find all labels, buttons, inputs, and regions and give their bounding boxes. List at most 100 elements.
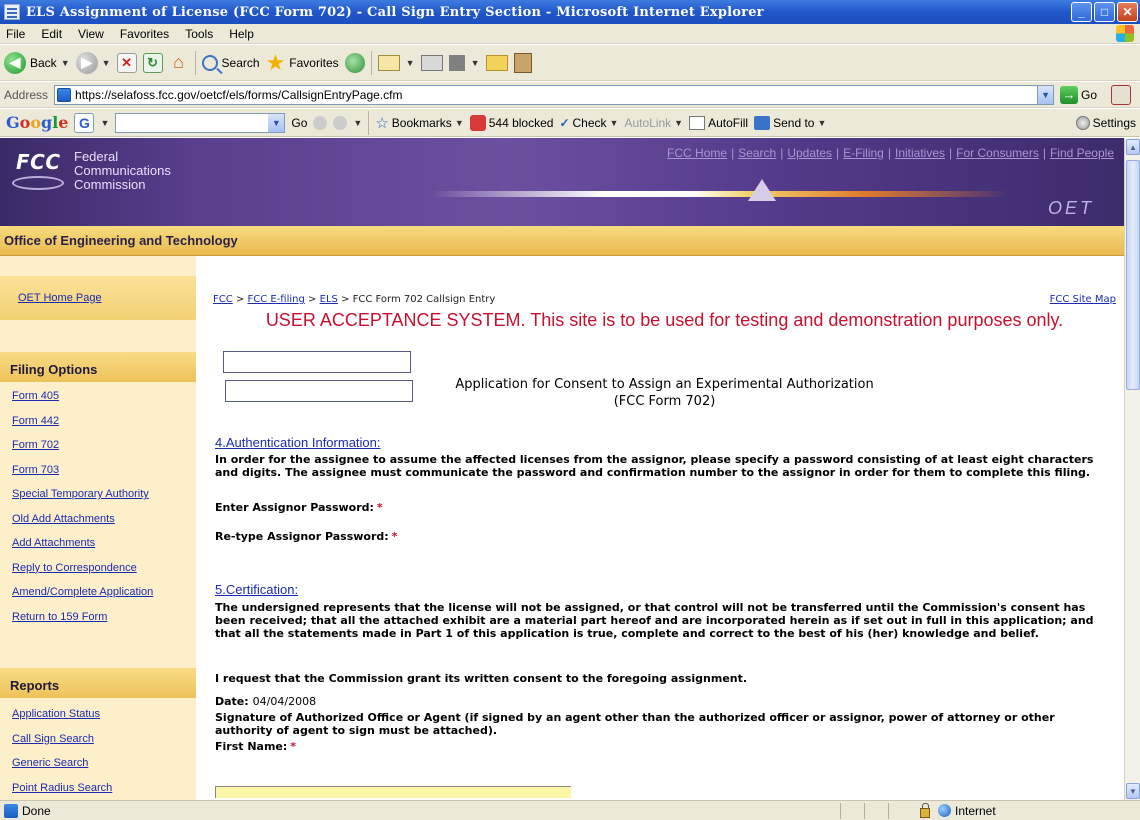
stop-icon[interactable]: ✕ — [116, 52, 137, 73]
maximize-button[interactable]: □ — [1094, 2, 1115, 22]
site-map-link[interactable]: FCC Site Map — [1050, 294, 1116, 305]
mail-icon[interactable] — [377, 54, 400, 71]
fcc-logo[interactable]: FCC — [10, 150, 68, 190]
menu-help[interactable]: Help — [229, 27, 254, 41]
bookmarks-button[interactable]: ☆ Bookmarks ▼ — [375, 114, 463, 132]
lock-icon — [920, 802, 930, 818]
sidebar-item-add-attachments[interactable]: Add Attachments — [12, 537, 95, 549]
fcc-name-line: Commission — [74, 177, 146, 192]
sidebar-item-form-703[interactable]: Form 703 — [12, 464, 59, 476]
toolbar-separator — [370, 50, 372, 75]
favorites-button[interactable]: ★ Favorites — [266, 51, 339, 74]
dropdown-caret-icon[interactable]: ▼ — [61, 58, 70, 68]
sidebar-item-return-to-159-form[interactable]: Return to 159 Form — [12, 611, 107, 623]
breadcrumb-efiling[interactable]: FCC E-filing — [247, 294, 304, 305]
google-search-dropdown-icon[interactable]: ▼ — [268, 113, 285, 132]
menu-tools[interactable]: Tools — [185, 27, 213, 41]
link-e-filing[interactable]: E-Filing — [843, 146, 884, 160]
autolink-button[interactable]: AutoLink ▼ — [624, 116, 683, 130]
sidebar-item-amend-complete-application[interactable]: Amend/Complete Application — [12, 586, 153, 598]
scroll-down-icon[interactable]: ▼ — [1126, 783, 1140, 799]
zone-label: Internet — [955, 803, 996, 818]
scroll-up-icon[interactable]: ▲ — [1126, 139, 1140, 155]
link-updates[interactable]: Updates — [787, 146, 832, 160]
close-button[interactable]: ✕ — [1117, 2, 1138, 22]
sidebar-item-old-add-attachments[interactable]: Old Add Attachments — [12, 513, 115, 525]
pagerank-icon[interactable] — [313, 115, 328, 130]
google-toolbar: Google G ▼ ▼ Go ▼ ☆ Bookmarks ▼ 544 bloc… — [0, 109, 1140, 137]
sidebar-item-call-sign-search[interactable]: Call Sign Search — [12, 733, 94, 745]
settings-button[interactable]: Settings — [1075, 115, 1136, 130]
fcc-agency-name: Federal Communications Commission — [74, 150, 171, 192]
print-icon[interactable] — [420, 54, 443, 71]
sidebar-item-form-442[interactable]: Form 442 — [12, 415, 59, 427]
first-name-input[interactable] — [215, 786, 571, 798]
forward-button[interactable]: ▶ ▼ — [75, 51, 111, 74]
research-icon[interactable] — [513, 52, 532, 73]
dropdown-caret-icon[interactable]: ▼ — [471, 58, 480, 68]
dropdown-caret-icon[interactable]: ▼ — [100, 118, 109, 128]
link-fcc-home[interactable]: FCC Home — [667, 146, 727, 160]
sidebar-item-application-status[interactable]: Application Status — [12, 708, 100, 720]
vertical-scrollbar[interactable]: ▲ ▼ — [1124, 138, 1140, 800]
go-arrow-icon: → — [1060, 85, 1079, 104]
link-find-people[interactable]: Find People — [1050, 146, 1114, 160]
password-row: Enter Assignor Password: * — [215, 496, 383, 518]
address-input[interactable]: https://selafoss.fcc.gov/oetcf/els/forms… — [54, 84, 1055, 105]
sidebar-item-point-radius-search[interactable]: Point Radius Search — [12, 782, 112, 794]
link-search[interactable]: Search — [738, 146, 776, 160]
home-icon[interactable]: ⌂ — [169, 52, 189, 73]
sidebar-item-form-702[interactable]: Form 702 — [12, 439, 59, 451]
sidebar-item-special-temporary-authority[interactable]: Special Temporary Authority — [12, 488, 149, 500]
retype-password-label: Re-type Assignor Password: — [215, 529, 389, 543]
address-dropdown-icon[interactable]: ▼ — [1037, 85, 1054, 104]
dropdown-caret-icon[interactable]: ▼ — [406, 58, 415, 68]
scroll-thumb[interactable] — [1126, 160, 1140, 390]
folder-icon[interactable] — [485, 54, 508, 71]
autofill-label: AutoFill — [708, 115, 749, 130]
status-text-area: Done — [0, 803, 840, 818]
popup-blocker-button[interactable]: 544 blocked — [469, 114, 553, 131]
google-menu-icon[interactable]: G — [74, 112, 95, 133]
settings-icon — [1075, 115, 1090, 130]
assignor-password-input[interactable] — [223, 351, 411, 373]
google-go-button[interactable]: Go — [291, 116, 307, 130]
menu-file[interactable]: File — [6, 27, 25, 41]
sidebar-item-oet-home[interactable]: OET Home Page — [18, 292, 102, 304]
dropdown-caret-icon[interactable]: ▼ — [102, 58, 111, 68]
menu-edit[interactable]: Edit — [41, 27, 62, 41]
google-search-input[interactable]: ▼ — [115, 112, 286, 133]
link-for-consumers[interactable]: For Consumers — [956, 146, 1039, 160]
minimize-button[interactable]: _ — [1071, 2, 1092, 22]
menu-favorites[interactable]: Favorites — [120, 27, 169, 41]
go-button[interactable]: → Go — [1060, 85, 1097, 104]
acrobat-icon[interactable] — [1111, 84, 1132, 105]
sidebar-item-form-405[interactable]: Form 405 — [12, 390, 59, 402]
edit-icon[interactable] — [448, 54, 465, 71]
toolbar-separator — [194, 50, 196, 75]
sendto-button[interactable]: Send to ▼ — [754, 115, 826, 130]
refresh-icon[interactable]: ↻ — [142, 52, 163, 73]
news-icon[interactable] — [333, 115, 348, 130]
breadcrumb-els[interactable]: ELS — [320, 294, 338, 305]
search-button[interactable]: Search — [201, 54, 260, 71]
breadcrumb-fcc[interactable]: FCC — [213, 294, 233, 305]
media-icon[interactable] — [344, 52, 365, 73]
sidebar-item-reply-to-correspondence[interactable]: Reply to Correspondence — [12, 562, 137, 574]
autofill-button[interactable]: AutoFill — [689, 115, 749, 130]
reports-heading: Reports — [0, 668, 196, 698]
check-label: Check — [572, 115, 607, 130]
sidebar-item-generic-search[interactable]: Generic Search — [12, 757, 88, 769]
link-initiatives[interactable]: Initiatives — [895, 146, 945, 160]
back-button[interactable]: ◀ Back ▼ — [4, 51, 70, 74]
fcc-header: FCC Federal Communications Commission FC… — [0, 138, 1124, 226]
dropdown-caret-icon[interactable]: ▼ — [353, 118, 362, 128]
cert-request: I request that the Commission grant its … — [215, 672, 748, 685]
menu-view[interactable]: View — [78, 27, 104, 41]
retype-password-input[interactable] — [225, 380, 413, 402]
dropdown-caret-icon: ▼ — [609, 117, 619, 128]
breadcrumb-separator: > — [308, 294, 317, 305]
date-row: Date: 04/04/2008 — [215, 695, 316, 708]
spellcheck-button[interactable]: ✓ Check ▼ — [559, 116, 618, 130]
breadcrumb-separator: > — [235, 294, 245, 305]
